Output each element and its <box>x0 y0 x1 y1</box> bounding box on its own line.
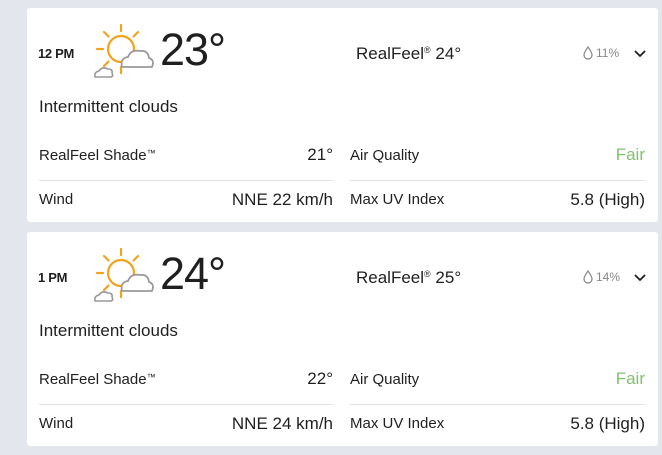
precip-value: 11% <box>596 46 620 60</box>
trademark-mark: ™ <box>146 147 156 158</box>
detail-value: NNE 22 km/h <box>231 189 333 209</box>
detail-label: RealFeel Shade™ <box>39 146 156 164</box>
intermittent-clouds-icon <box>94 247 154 302</box>
weather-phrase: Intermittent clouds <box>39 321 178 340</box>
detail-uv-index: Max UV Index 5.8 (High) <box>350 404 645 442</box>
detail-realfeel-shade: RealFeel Shade™ 21° <box>39 136 333 174</box>
detail-realfeel-shade: RealFeel Shade™ 22° <box>39 360 333 398</box>
realfeel: RealFeel® 25° <box>356 268 461 288</box>
realfeel-label: RealFeel <box>356 44 425 63</box>
precipitation: 14% <box>583 270 620 284</box>
detail-value: 21° <box>307 145 333 164</box>
droplet-icon <box>583 46 593 60</box>
registered-mark: ® <box>424 45 431 55</box>
detail-label: Max UV Index <box>350 191 445 208</box>
air-quality-value: Fair <box>615 145 645 164</box>
registered-mark: ® <box>424 269 431 279</box>
realfeel-label: RealFeel <box>356 268 425 287</box>
precipitation: 11% <box>583 46 619 60</box>
detail-value: 5.8 (High) <box>570 189 645 209</box>
detail-air-quality: Air Quality Fair <box>350 360 645 398</box>
precip-value: 14% <box>596 270 621 284</box>
detail-label: RealFeel Shade™ <box>39 370 156 388</box>
detail-uv-index: Max UV Index 5.8 (High) <box>350 180 645 218</box>
realfeel-value: 24° <box>430 44 462 63</box>
detail-label: Air Quality <box>350 370 420 388</box>
detail-air-quality: Air Quality Fair <box>350 136 645 174</box>
trademark-mark: ™ <box>146 371 156 382</box>
droplet-icon <box>583 270 593 284</box>
realfeel-value: 25° <box>430 268 462 287</box>
detail-label: Max UV Index <box>350 415 445 432</box>
hourly-forecast-card[interactable]: 12 PM 23° RealFeel® 24° 11% Intermittent… <box>27 8 658 222</box>
chevron-down-icon[interactable] <box>634 273 646 283</box>
intermittent-clouds-icon <box>94 23 154 78</box>
detail-label: Wind <box>39 415 74 432</box>
detail-label: Wind <box>39 191 74 208</box>
detail-label: Air Quality <box>350 146 420 164</box>
hourly-forecast-card[interactable]: 1 PM 24° RealFeel® 25° 14% Intermittent … <box>27 232 658 446</box>
detail-value: 22° <box>307 369 333 388</box>
air-quality-value: Fair <box>615 369 645 388</box>
realfeel: RealFeel® 24° <box>356 44 461 64</box>
detail-wind: Wind NNE 24 km/h <box>39 404 333 442</box>
weather-phrase: Intermittent clouds <box>39 97 178 116</box>
hour-time: 1 PM <box>38 270 68 285</box>
detail-wind: Wind NNE 22 km/h <box>39 180 333 218</box>
temperature: 23° <box>160 24 226 75</box>
chevron-down-icon[interactable] <box>634 49 646 59</box>
temperature: 24° <box>160 248 226 299</box>
hour-time: 12 PM <box>38 46 75 61</box>
detail-value: 5.8 (High) <box>570 413 645 433</box>
detail-value: NNE 24 km/h <box>231 413 333 433</box>
